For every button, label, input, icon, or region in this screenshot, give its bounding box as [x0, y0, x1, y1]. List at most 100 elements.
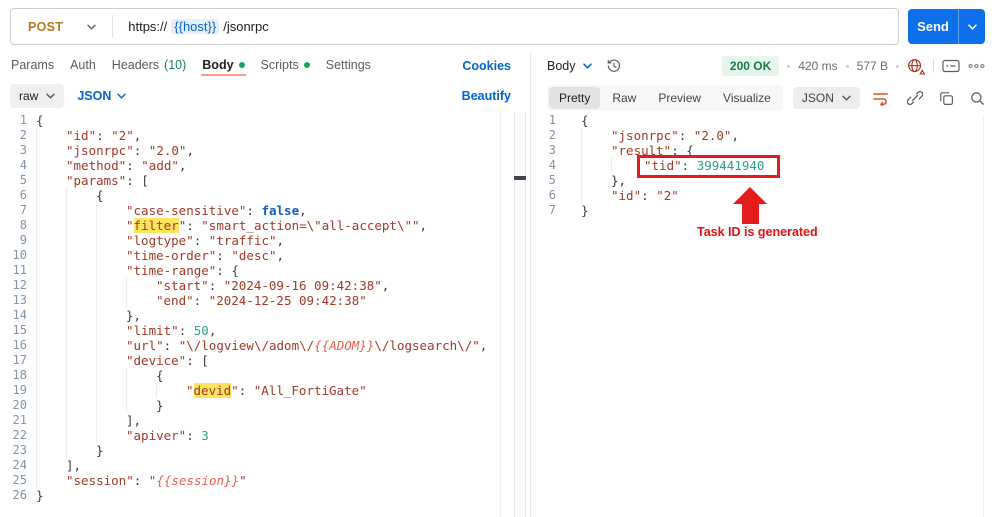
token-pun: :: [126, 158, 142, 173]
line-content[interactable]: "start": "2024-09-16 09:42:38",: [36, 278, 389, 293]
line-content[interactable]: "id": "2",: [36, 128, 141, 143]
globe-warning-icon[interactable]: [907, 58, 925, 75]
indent-guide: [36, 428, 66, 443]
tab-headers[interactable]: Headers (10): [111, 56, 187, 76]
line-content[interactable]: }: [36, 443, 104, 458]
indent-guide: [96, 278, 126, 293]
line-number: 2: [548, 128, 556, 142]
line-content[interactable]: {: [36, 188, 104, 203]
line-content[interactable]: "case-sensitive": false,: [36, 203, 307, 218]
line-content[interactable]: "device": [: [36, 353, 209, 368]
history-icon[interactable]: [606, 58, 622, 74]
copy-icon[interactable]: [939, 91, 954, 106]
code-line[interactable]: 5 "params": [: [0, 173, 500, 188]
code-line[interactable]: 12 "start": "2024-09-16 09:42:38",: [0, 278, 500, 293]
url-input[interactable]: https:// {{host}} /jsonrpc: [128, 19, 269, 34]
code-line[interactable]: 15 "limit": 50,: [0, 323, 500, 338]
code-line[interactable]: 8 "filter": "smart_action=\"all-accept\""…: [0, 218, 500, 233]
language-selector[interactable]: JSON: [77, 89, 127, 103]
send-button[interactable]: Send: [908, 9, 959, 44]
tab-scripts[interactable]: Scripts: [260, 56, 311, 76]
line-number: 12: [12, 278, 27, 292]
beautify-link[interactable]: Beautify: [462, 89, 511, 103]
line-content[interactable]: },: [36, 308, 141, 323]
indent-guide: [96, 308, 126, 323]
token-red: "2024-12-25 09:42:38": [208, 293, 367, 308]
code-line[interactable]: 25 "session": "{{session}}": [0, 473, 500, 488]
line-content[interactable]: "jsonrpc": "2.0",: [36, 143, 194, 158]
code-line[interactable]: 1{: [0, 113, 500, 128]
line-content[interactable]: }: [36, 488, 44, 503]
token-red: "end": [156, 293, 194, 308]
line-content: {: [581, 113, 589, 128]
line-content[interactable]: "session": "{{session}}": [36, 473, 247, 488]
body-type-selector[interactable]: raw: [10, 84, 65, 108]
code-line[interactable]: 21],: [0, 413, 500, 428]
code-line[interactable]: 13 "end": "2024-12-25 09:42:38": [0, 293, 500, 308]
line-content[interactable]: "devid": "All_FortiGate": [36, 383, 367, 398]
code-line[interactable]: 20}: [0, 398, 500, 413]
view-tab-raw[interactable]: Raw: [602, 87, 646, 109]
tab-body[interactable]: Body: [201, 56, 246, 76]
view-tab-visualize[interactable]: Visualize: [713, 87, 781, 109]
scrollbar-track[interactable]: [514, 112, 526, 517]
code-line[interactable]: 18 {: [0, 368, 500, 383]
tab-params[interactable]: Params: [10, 56, 55, 76]
more-options-icon[interactable]: [968, 63, 985, 69]
line-content[interactable]: "params": [: [36, 173, 149, 188]
indent-guide: [36, 473, 66, 488]
line-content[interactable]: {: [36, 368, 164, 383]
code-line[interactable]: 23}: [0, 443, 500, 458]
code-line[interactable]: 4 "method": "add",: [0, 158, 500, 173]
code-line[interactable]: 22 "apiver": 3: [0, 428, 500, 443]
code-line[interactable]: 2 "id": "2",: [0, 128, 500, 143]
code-line[interactable]: 6{: [0, 188, 500, 203]
cookies-link[interactable]: Cookies: [462, 59, 511, 73]
code-line[interactable]: 7 "case-sensitive": false,: [0, 203, 500, 218]
wrap-text-icon[interactable]: [872, 91, 889, 106]
chevron-down-icon: [46, 93, 56, 99]
code-line[interactable]: 26}: [0, 488, 500, 503]
code-line[interactable]: 3 "jsonrpc": "2.0",: [0, 143, 500, 158]
tab-auth[interactable]: Auth: [69, 56, 97, 76]
line-content[interactable]: "end": "2024-12-25 09:42:38": [36, 293, 367, 308]
code-line[interactable]: 11 "time-range": {: [0, 263, 500, 278]
link-icon[interactable]: [907, 90, 923, 106]
line-content[interactable]: "apiver": 3: [36, 428, 209, 443]
code-line[interactable]: 19 "devid": "All_FortiGate": [0, 383, 500, 398]
line-content[interactable]: }: [36, 398, 164, 413]
line-number: 19: [12, 383, 27, 397]
line-content[interactable]: "method": "add",: [36, 158, 186, 173]
line-content[interactable]: {: [36, 113, 44, 128]
response-body-selector[interactable]: Body: [547, 59, 592, 73]
search-icon[interactable]: [970, 91, 985, 106]
scrollbar-thumb[interactable]: [514, 176, 526, 180]
send-options-button[interactable]: [959, 9, 985, 44]
request-body-editor[interactable]: 1{2 "id": "2", 3 "jsonrpc": "2.0", 4 "method"…: [0, 113, 500, 503]
code-line[interactable]: 24],: [0, 458, 500, 473]
code-line[interactable]: 16 "url": "\/logview\/adom\/{{ADOM}}\/log…: [0, 338, 500, 353]
line-content[interactable]: "time-range": {: [36, 263, 239, 278]
view-tab-pretty[interactable]: Pretty: [549, 87, 601, 109]
line-content[interactable]: "limit": 50,: [36, 323, 216, 338]
line-content[interactable]: "time-order": "desc",: [36, 248, 284, 263]
token-pun: :: [133, 143, 149, 158]
line-content[interactable]: "logtype": "traffic",: [36, 233, 284, 248]
line-number: 11: [12, 263, 27, 277]
line-content[interactable]: ],: [36, 458, 81, 473]
network-info-icon[interactable]: [942, 59, 960, 73]
code-line[interactable]: 14},: [0, 308, 500, 323]
chevron-down-icon[interactable]: [87, 24, 96, 30]
response-language-selector[interactable]: JSON: [792, 87, 860, 109]
line-content[interactable]: "filter": "smart_action=\"all-accept\"",: [36, 218, 427, 233]
token-red: "method": [66, 158, 127, 173]
code-line[interactable]: 9 "logtype": "traffic",: [0, 233, 500, 248]
method-selector[interactable]: POST: [28, 20, 63, 34]
code-line[interactable]: 17 "device": [: [0, 353, 500, 368]
host-variable[interactable]: {{host}}: [171, 19, 220, 34]
code-line[interactable]: 10 "time-order": "desc",: [0, 248, 500, 263]
line-content[interactable]: ],: [36, 413, 141, 428]
tab-settings[interactable]: Settings: [325, 56, 372, 76]
view-tab-preview[interactable]: Preview: [648, 87, 711, 109]
line-content[interactable]: "url": "\/logview\/adom\/{{ADOM}}\/logse…: [36, 338, 487, 353]
